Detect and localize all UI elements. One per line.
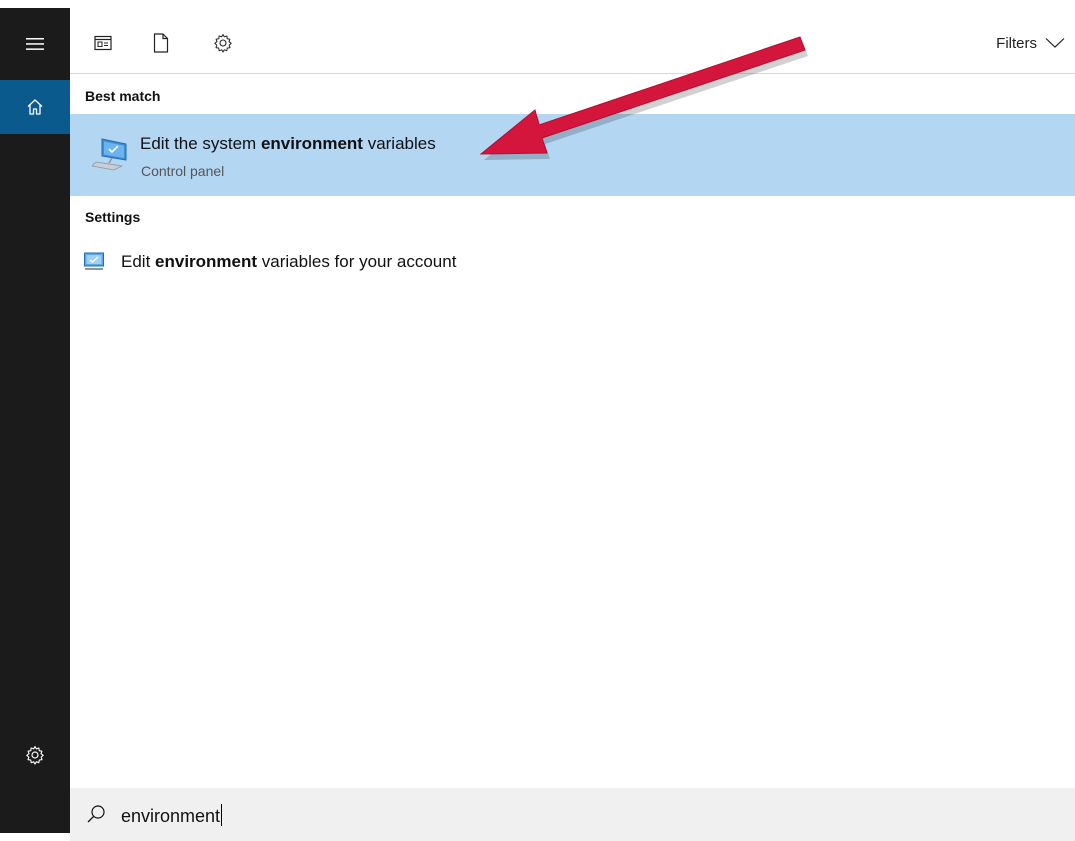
toolbar: Filters — [70, 8, 1075, 74]
documents-filter-button[interactable] — [148, 30, 174, 56]
system-monitor-icon — [91, 136, 130, 177]
best-match-title: Edit the system environment variables — [140, 134, 436, 153]
left-rail — [0, 8, 70, 833]
filters-dropdown[interactable]: Filters — [996, 32, 1065, 54]
monitor-settings-icon — [83, 251, 105, 278]
settings-filter-button[interactable] — [210, 30, 236, 56]
settings-gear-icon — [26, 745, 44, 765]
settings-heading: Settings — [85, 209, 141, 225]
menu-button[interactable] — [0, 20, 70, 68]
top-strip — [0, 0, 1075, 8]
search-box[interactable]: environment — [70, 788, 1075, 841]
home-icon — [27, 99, 43, 115]
text-caret — [221, 804, 223, 826]
apps-icon — [94, 35, 112, 51]
search-icon — [86, 804, 106, 829]
settings-result-title: Edit environment variables for your acco… — [121, 252, 457, 271]
home-button[interactable] — [0, 80, 70, 134]
hamburger-menu-icon — [26, 38, 44, 50]
best-match-subtitle: Control panel — [141, 163, 225, 179]
filters-label: Filters — [996, 34, 1037, 52]
best-match-result[interactable]: Edit the system environment variables Co… — [70, 114, 1075, 196]
chevron-down-icon — [1045, 38, 1065, 48]
settings-button[interactable] — [0, 730, 70, 780]
search-results-panel: Filters Best match Edit the system envir… — [70, 8, 1075, 841]
apps-filter-button[interactable] — [90, 30, 116, 56]
best-match-heading: Best match — [85, 88, 161, 104]
gear-icon — [214, 34, 232, 53]
settings-result[interactable]: Edit environment variables for your acco… — [70, 246, 1075, 282]
search-input[interactable]: environment — [121, 804, 223, 827]
document-icon — [153, 33, 169, 53]
